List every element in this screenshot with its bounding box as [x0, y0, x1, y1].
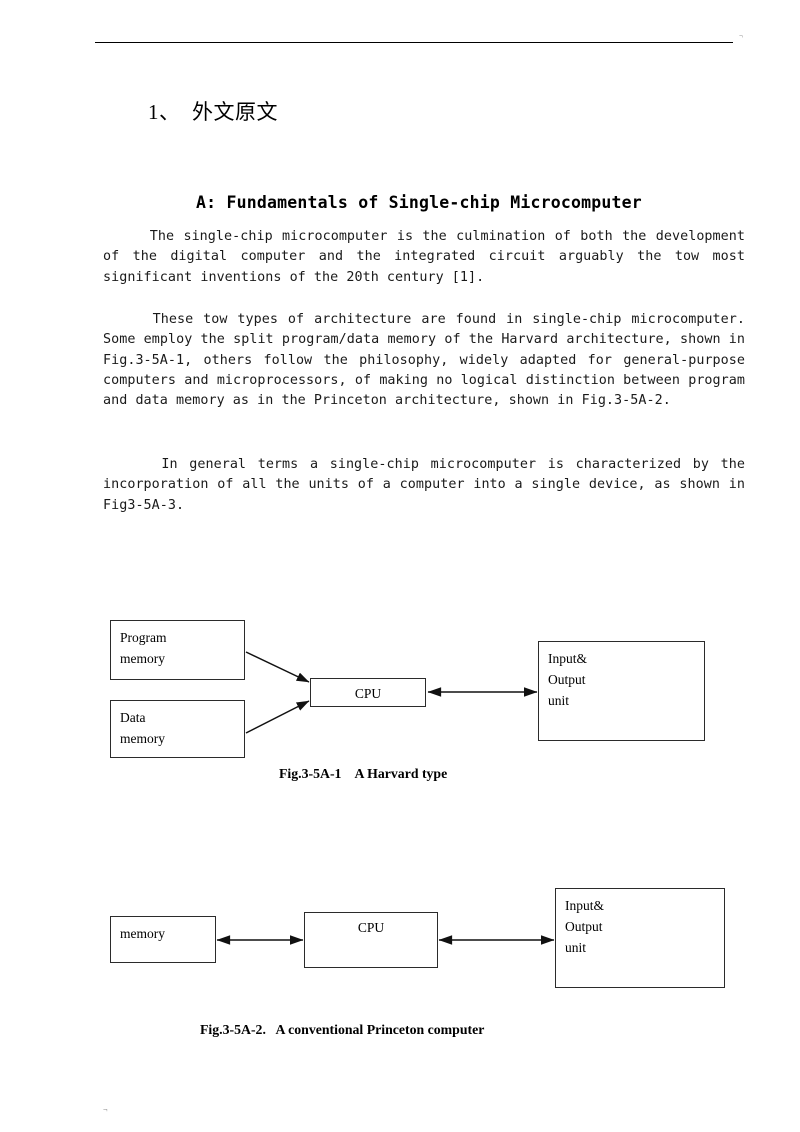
figure2-caption: Fig.3-5A-2. A conventional Princeton com…: [200, 1022, 485, 1037]
figure2-cpu-label: CPU: [357, 920, 385, 935]
body-paragraph-1: The single-chip microcomputer is the cul…: [103, 229, 754, 285]
figure1-caption: Fig.3-5A-1 A Harvard type: [279, 766, 448, 781]
figure1-data-memory-box: Data memory: [110, 700, 245, 758]
document-page: ¬ 1、 外文原文 A: Fundamentals of Single-chip…: [0, 0, 800, 1132]
figure1-cpu-label: CPU: [354, 686, 382, 701]
body-paragraph-2: These tow types of architecture are foun…: [103, 312, 754, 409]
figure2-io-unit-box: Input& Output unit: [555, 888, 725, 988]
footer-corner-mark: ¬: [103, 1105, 108, 1114]
header-rule: [95, 42, 733, 43]
section-heading: 1、 外文原文: [148, 100, 278, 124]
figure1-arrow-data-to-cpu: [245, 700, 310, 734]
header-corner-mark: ¬: [739, 32, 743, 40]
figure2-memory-box: memory: [110, 916, 216, 963]
figure1-cpu-box: CPU: [310, 678, 426, 707]
body-paragraph-3: In general terms a single-chip microcomp…: [103, 457, 754, 513]
figure1-data-memory-label: Data memory: [120, 710, 165, 746]
figure2-memory-label: memory: [120, 926, 165, 941]
figure1-io-unit-label: Input& Output unit: [548, 651, 587, 708]
figure1-arrow-program-to-cpu: [245, 651, 310, 683]
figure1-io-unit-box: Input& Output unit: [538, 641, 705, 741]
figure1-program-memory-label: Program memory: [120, 630, 167, 666]
figure2-io-unit-label: Input& Output unit: [565, 898, 604, 955]
figure2-cpu-box: CPU: [304, 912, 438, 968]
article-title: A: Fundamentals of Single-chip Microcomp…: [196, 193, 642, 212]
figure1-program-memory-box: Program memory: [110, 620, 245, 680]
